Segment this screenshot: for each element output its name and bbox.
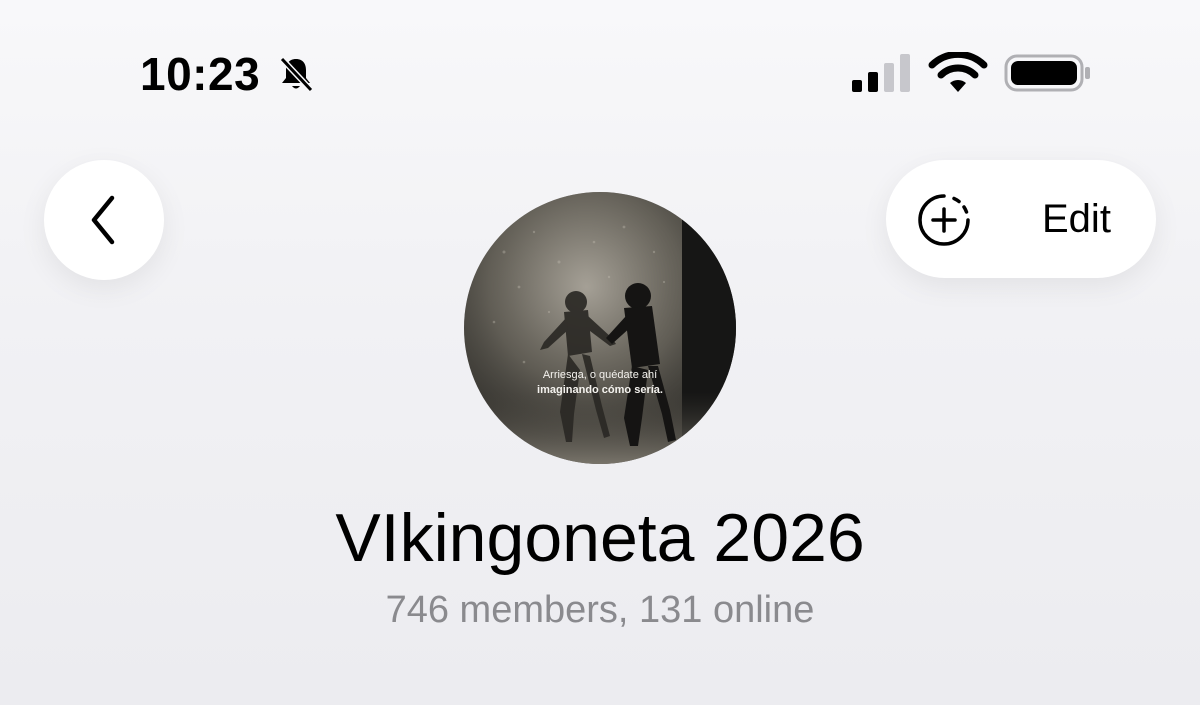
group-subtitle: 746 members, 131 online (385, 589, 815, 631)
avatar-caption-line1: Arriesga, o quédate ahí (542, 369, 658, 381)
add-circle-icon[interactable] (916, 192, 972, 248)
group-avatar[interactable]: Arriesga, o quédate ahí imaginando cómo … (464, 192, 736, 464)
avatar-caption-line2: imaginando cómo sería. (537, 384, 663, 396)
chevron-left-icon (91, 195, 115, 245)
edit-button[interactable]: Edit (886, 160, 1156, 278)
battery-icon (1004, 54, 1090, 92)
avatar-photo (464, 192, 736, 464)
avatar-caption: Arriesga, o quédate ahí imaginando cómo … (464, 368, 736, 398)
cellular-signal-icon (852, 54, 910, 92)
group-title: VIkingoneta 2026 (335, 500, 865, 576)
edit-label: Edit (1042, 197, 1111, 241)
status-time: 10:23 (140, 48, 261, 100)
back-button[interactable] (44, 160, 164, 280)
wifi-icon (928, 52, 988, 92)
bell-slash-icon (279, 56, 314, 93)
